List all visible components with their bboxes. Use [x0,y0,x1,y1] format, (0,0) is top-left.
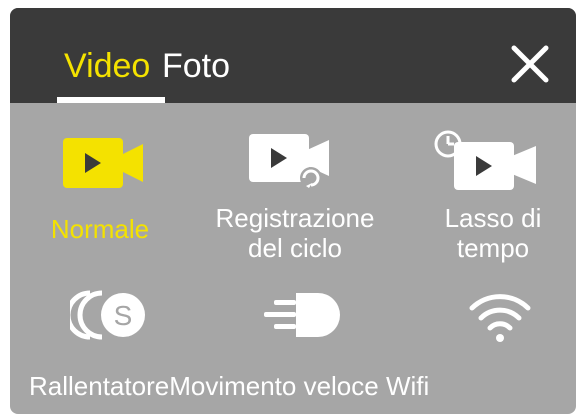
slow-motion-icon: S [70,290,145,340]
loop-recording-icon [249,134,329,189]
mode-normale[interactable]: Normale [30,128,170,278]
tab-video[interactable]: Video [64,46,150,86]
video-camera-icon [63,138,143,188]
mode-lasso-tempo-label: Lasso di tempo [444,203,542,263]
tab-foto[interactable]: Foto [162,46,230,86]
mode-wifi[interactable] [450,280,550,350]
mode-rallentatore[interactable]: S [60,280,170,350]
mode-normale-label: Normale [50,214,150,244]
close-icon[interactable] [510,44,550,84]
mode-lasso-tempo[interactable]: Lasso di tempo [418,128,568,278]
bottom-row-labels: RallentatoreMovimento veloce Wifi [29,371,430,401]
active-tab-indicator [57,97,165,103]
svg-text:S: S [114,300,133,331]
menu-header: Video Foto [10,8,576,103]
mode-movimento-veloce[interactable] [250,280,360,350]
fast-motion-icon [264,293,340,337]
mode-menu-screen: Video Foto Normale Registrazione del cic… [10,8,576,414]
time-lapse-icon [434,130,536,190]
wifi-icon [469,294,531,342]
mode-registrazione-ciclo[interactable]: Registrazione del ciclo [205,128,385,278]
mode-registrazione-ciclo-label: Registrazione del ciclo [215,203,375,263]
